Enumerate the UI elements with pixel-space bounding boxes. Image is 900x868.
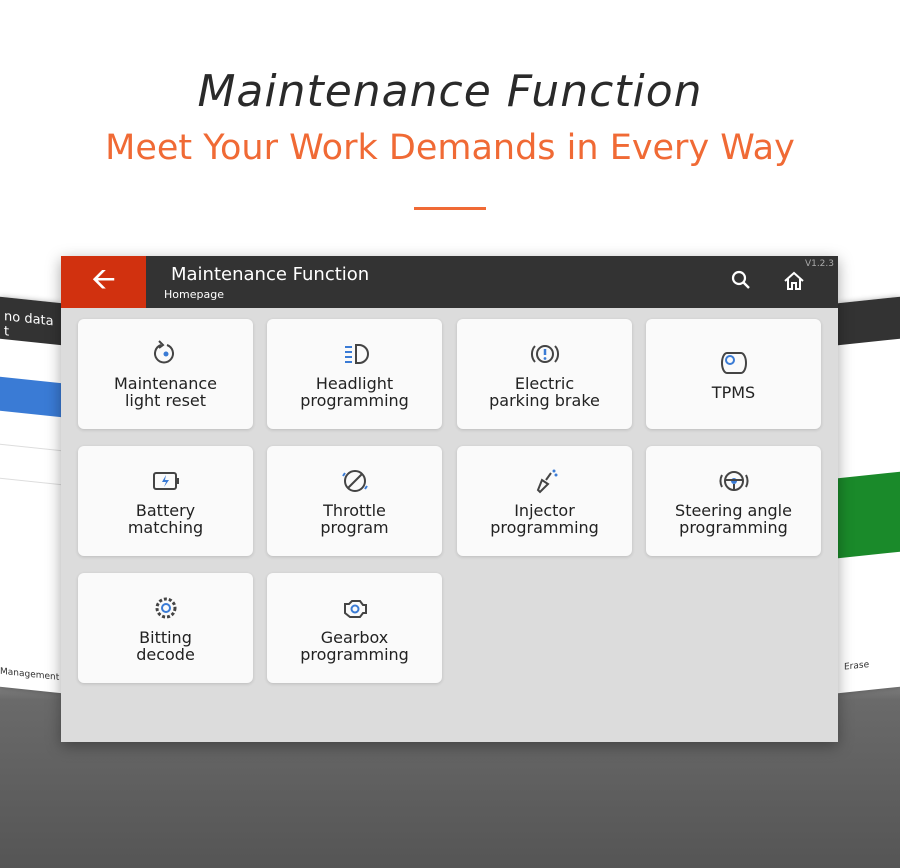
- circuit-board-image: [838, 471, 900, 559]
- arrow-left-icon: 🡨: [91, 261, 116, 297]
- function-label: Electric parking brake: [489, 374, 600, 410]
- version-label: V1.2.3: [804, 259, 834, 269]
- function-label: Throttle program: [320, 501, 389, 537]
- breadcrumb: Homepage: [164, 288, 224, 301]
- function-label: Maintenance light reset: [113, 374, 218, 410]
- left-screen-title: no data t: [0, 296, 62, 346]
- left-screen-footer: Management: [0, 666, 60, 683]
- function-card-reset[interactable]: Maintenance light reset: [78, 319, 253, 429]
- maintenance-app-window: 🡨 Maintenance Function Homepage V1.2.3 M…: [61, 256, 838, 742]
- header-title: Maintenance Function: [171, 264, 370, 285]
- injector-icon: [536, 469, 557, 494]
- tire-pressure-icon: [720, 351, 747, 374]
- function-label: Headlight programming: [300, 374, 409, 410]
- function-card-battery[interactable]: Battery matching: [78, 446, 253, 556]
- function-label: Injector programming: [490, 501, 599, 537]
- headlight-icon: [344, 344, 369, 364]
- page-subtitle: Meet Your Work Demands in Every Way: [105, 128, 795, 168]
- back-button[interactable]: 🡨: [61, 256, 146, 308]
- function-label: Bitting decode: [136, 628, 195, 664]
- home-icon[interactable]: [783, 270, 805, 292]
- function-card-steering-wheel[interactable]: Steering angle programming: [646, 446, 821, 556]
- right-screen-header: [838, 296, 900, 346]
- function-card-parking-brake[interactable]: Electric parking brake: [457, 319, 632, 429]
- right-background-screen: Erase: [838, 296, 900, 694]
- left-background-screen: no data t Management: [0, 296, 62, 694]
- parking-brake-icon: [530, 345, 559, 363]
- right-screen-footer: Erase: [844, 659, 870, 673]
- steering-wheel-icon: [719, 471, 748, 491]
- function-label: Steering angle programming: [675, 501, 792, 537]
- app-header: 🡨 Maintenance Function Homepage V1.2.3: [61, 256, 838, 308]
- function-label: Gearbox programming: [300, 628, 409, 664]
- reset-icon: [153, 340, 174, 364]
- divider: [414, 207, 486, 210]
- gearbox-icon: [343, 600, 367, 618]
- page-title: Maintenance Function: [197, 66, 703, 117]
- key-gear-icon: [155, 597, 176, 619]
- throttle-icon: [341, 470, 368, 492]
- function-card-gearbox[interactable]: Gearbox programming: [267, 573, 442, 683]
- function-card-tire-pressure[interactable]: TPMS: [646, 319, 821, 429]
- function-card-injector[interactable]: Injector programming: [457, 446, 632, 556]
- function-card-key-gear[interactable]: Bitting decode: [78, 573, 253, 683]
- left-list-item: [0, 444, 62, 486]
- function-card-throttle[interactable]: Throttle program: [267, 446, 442, 556]
- function-card-headlight[interactable]: Headlight programming: [267, 319, 442, 429]
- function-label: Battery matching: [127, 501, 204, 537]
- search-icon[interactable]: [731, 270, 751, 290]
- function-label: TPMS: [711, 382, 756, 402]
- battery-icon: [152, 472, 179, 490]
